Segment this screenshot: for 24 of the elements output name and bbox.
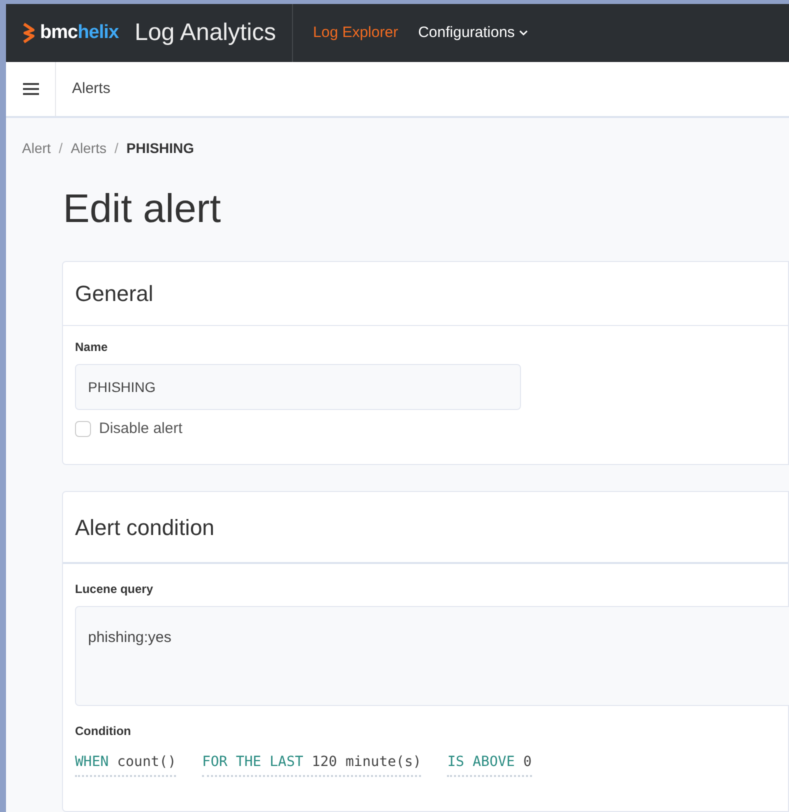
condition-clause[interactable]: WHEN count() bbox=[75, 752, 176, 777]
product-name: Log Analytics bbox=[134, 18, 276, 48]
brand-name: bmchelix bbox=[40, 20, 119, 45]
nav-link[interactable]: Log Explorer bbox=[313, 22, 398, 44]
logo-icon bbox=[22, 22, 36, 44]
field-label: Name bbox=[75, 339, 109, 356]
field-label: Lucene query bbox=[75, 581, 154, 598]
card-title: Alert condition bbox=[75, 514, 214, 542]
breadcrumb-link[interactable]: Alerts bbox=[70, 138, 106, 159]
checkbox[interactable] bbox=[75, 421, 91, 438]
nav-link[interactable]: Configurations bbox=[418, 22, 528, 44]
field-label: Condition bbox=[75, 723, 132, 740]
page-title: Edit alert bbox=[63, 189, 222, 229]
condition-clause[interactable]: FOR THE LAST 120 minute(s) bbox=[202, 752, 422, 777]
query-field[interactable]: phishing:yes bbox=[75, 606, 789, 706]
section-title: Alerts bbox=[72, 78, 110, 99]
breadcrumb-current: PHISHING bbox=[126, 139, 194, 158]
breadcrumb-link[interactable]: Alert bbox=[22, 138, 51, 159]
condition-clause[interactable]: IS ABOVE 0 bbox=[447, 752, 532, 777]
breadcrumb-separator: / bbox=[114, 139, 118, 158]
card-title: General bbox=[75, 280, 154, 308]
breadcrumb-separator: / bbox=[58, 139, 63, 158]
name-field[interactable]: PHISHING bbox=[75, 364, 521, 410]
checkbox-label: Disable alert bbox=[99, 419, 182, 439]
